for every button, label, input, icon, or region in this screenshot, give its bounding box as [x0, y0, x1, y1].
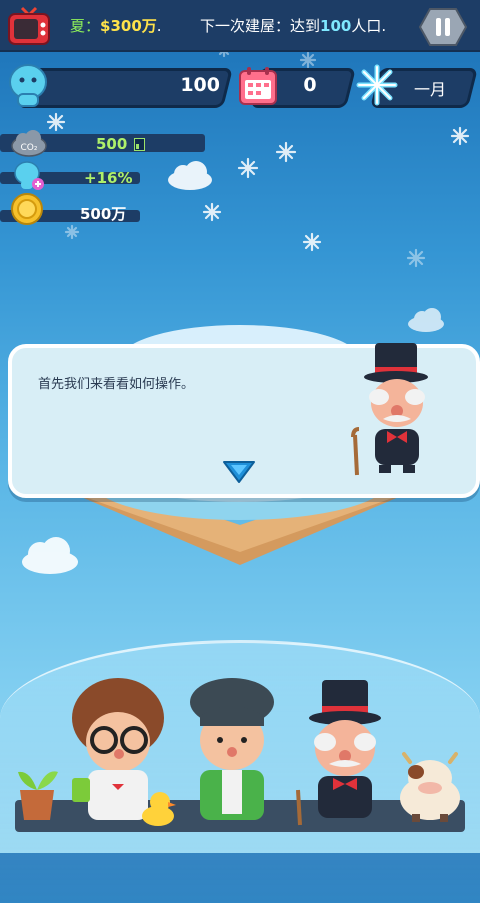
next-button[interactable]	[221, 458, 257, 486]
snowflake-icon	[302, 232, 322, 252]
mayor-character-icon	[296, 680, 381, 826]
snowflake-icon	[299, 51, 317, 69]
snowflake-icon	[356, 64, 398, 106]
pause-icon	[418, 8, 468, 46]
calendar-value: 0	[303, 74, 317, 96]
co2-icon: CO₂	[11, 130, 47, 157]
mayor-character-icon	[351, 343, 428, 476]
season-suffix: .	[156, 17, 162, 35]
happiness-icon	[14, 161, 44, 190]
calendar-icon	[239, 67, 277, 105]
tv-icon	[8, 6, 50, 45]
next-house-goal: 下一次建屋：达到100人口.	[200, 15, 386, 36]
snowflake-icon	[406, 248, 426, 268]
money-value: 500万	[80, 205, 127, 223]
snowflake-icon	[275, 141, 297, 163]
plant-icon	[18, 771, 58, 820]
cloud-icon	[168, 161, 212, 190]
co2-value: 500	[96, 135, 128, 153]
coin-icon	[11, 193, 43, 225]
snowflake-icon	[64, 224, 80, 240]
co2-meter-icon	[134, 138, 145, 151]
scientist-character-icon	[72, 678, 164, 820]
svg-text:CO₂: CO₂	[21, 143, 38, 153]
dialog-text: 首先我们来看看如何操作。	[38, 377, 195, 392]
snowflake-icon	[202, 202, 222, 222]
goal-value: 100	[320, 17, 352, 35]
population-value: 100	[180, 74, 220, 96]
cow-icon	[400, 752, 460, 822]
month-value: 一月	[413, 80, 446, 99]
snowflake-icon	[450, 126, 470, 146]
boy-character-icon	[190, 678, 274, 820]
happiness-value: +16%	[84, 169, 133, 187]
characters-group	[18, 678, 460, 826]
season-info: 夏：$300万.	[70, 15, 162, 36]
pause-button[interactable]	[418, 6, 468, 48]
season-label: 夏：	[70, 17, 101, 35]
next-arrow-icon	[223, 461, 255, 483]
season-money: $300万	[100, 17, 157, 35]
population-icon	[9, 64, 47, 107]
goal-prefix: 下一次建屋：达到	[200, 17, 321, 35]
tv-button[interactable]	[6, 4, 52, 46]
goal-suffix: 人口.	[351, 17, 387, 35]
snowflake-icon	[237, 157, 259, 179]
snowflake-icon	[46, 112, 66, 132]
